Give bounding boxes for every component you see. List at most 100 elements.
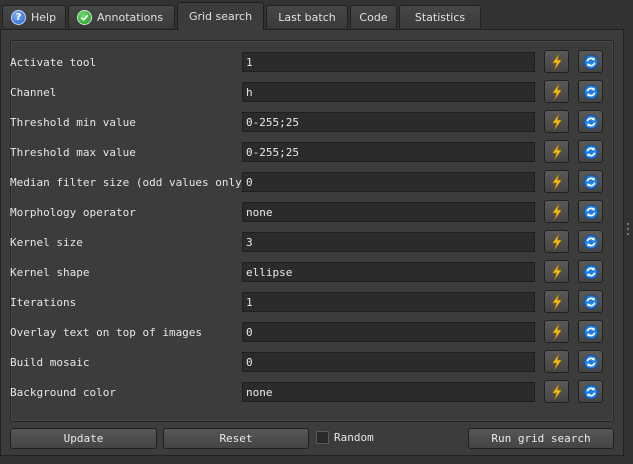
lightning-icon (551, 383, 563, 400)
help-icon: ? (11, 9, 26, 25)
parameter-label: Kernel shape (10, 266, 90, 279)
refresh-button[interactable] (578, 230, 603, 253)
tab-last-batch[interactable]: Last batch (266, 5, 348, 28)
parameter-value-field[interactable]: ellipse (242, 262, 535, 282)
random-label: Random (334, 431, 374, 444)
parameter-value-field[interactable]: 0 (242, 322, 535, 342)
tab-annotations[interactable]: Annotations (68, 5, 175, 28)
lightning-button[interactable] (544, 50, 569, 73)
tab-grid-search[interactable]: Grid search (177, 2, 264, 30)
parameter-label: Median filter size (odd values only) (10, 176, 249, 189)
refresh-button[interactable] (578, 170, 603, 193)
parameter-row: Median filter size (odd values only) 0 (10, 168, 603, 198)
grid-search-panel: Activate tool 1 Channel h Threshold min valu… (0, 29, 624, 456)
refresh-button[interactable] (578, 260, 603, 283)
lightning-button[interactable] (544, 380, 569, 403)
refresh-icon (583, 144, 599, 160)
refresh-icon (583, 174, 599, 190)
parameter-value-field[interactable]: none (242, 202, 535, 222)
refresh-button[interactable] (578, 140, 603, 163)
refresh-icon (583, 384, 599, 400)
parameter-label: Threshold max value (10, 146, 136, 159)
lightning-button[interactable] (544, 200, 569, 223)
splitter-grip[interactable] (626, 222, 630, 240)
refresh-icon (583, 54, 599, 70)
lightning-icon (551, 113, 563, 130)
lightning-button[interactable] (544, 230, 569, 253)
lightning-button[interactable] (544, 260, 569, 283)
lightning-icon (551, 53, 563, 70)
parameter-label: Channel (10, 86, 57, 99)
parameter-row: Morphology operator none (10, 198, 603, 228)
random-checkbox[interactable] (316, 431, 329, 444)
checkmark-icon (77, 9, 92, 25)
parameter-value-field[interactable]: 1 (242, 52, 535, 72)
refresh-icon (583, 324, 599, 340)
lightning-button[interactable] (544, 320, 569, 343)
parameter-value-field[interactable]: 1 (242, 292, 535, 312)
refresh-button[interactable] (578, 110, 603, 133)
lightning-icon (551, 263, 563, 280)
parameter-value-field[interactable]: 0 (242, 172, 535, 192)
run-grid-search-button[interactable]: Run grid search (468, 428, 614, 449)
parameter-value-field[interactable]: h (242, 82, 535, 102)
parameter-value-field[interactable]: 0-255;25 (242, 112, 535, 132)
lightning-button[interactable] (544, 80, 569, 103)
tab-label: Code (359, 10, 388, 24)
lightning-button[interactable] (544, 350, 569, 373)
lightning-button[interactable] (544, 140, 569, 163)
refresh-button[interactable] (578, 50, 603, 73)
refresh-icon (583, 294, 599, 310)
refresh-button[interactable] (578, 380, 603, 403)
refresh-icon (583, 84, 599, 100)
parameter-label: Activate tool (10, 56, 97, 69)
lightning-icon (551, 233, 563, 250)
parameter-value-field[interactable]: 0 (242, 352, 535, 372)
reset-button[interactable]: Reset (163, 428, 309, 449)
parameter-row: Threshold min value 0-255;25 (10, 108, 603, 138)
parameter-label: Background color (10, 386, 116, 399)
parameter-value-field[interactable]: 0-255;25 (242, 142, 535, 162)
refresh-icon (583, 114, 599, 130)
lightning-icon (551, 353, 563, 370)
parameter-label: Build mosaic (10, 356, 90, 369)
parameter-value-field[interactable]: none (242, 382, 535, 402)
parameter-label: Iterations (10, 296, 77, 309)
lightning-icon (551, 83, 563, 100)
tab-help[interactable]: ? Help (2, 5, 66, 28)
parameter-label: Overlay text on top of images (10, 326, 203, 339)
tab-bar: ? Help Annotations Grid search Last batc… (0, 0, 633, 30)
refresh-icon (583, 264, 599, 280)
lightning-button[interactable] (544, 110, 569, 133)
refresh-button[interactable] (578, 320, 603, 343)
parameter-label: Threshold min value (10, 116, 136, 129)
parameter-value-field[interactable]: 3 (242, 232, 535, 252)
refresh-button[interactable] (578, 80, 603, 103)
lightning-icon (551, 293, 563, 310)
refresh-icon (583, 354, 599, 370)
reset-button-label: Reset (219, 432, 253, 445)
parameter-row: Activate tool 1 (10, 48, 603, 78)
parameter-label: Morphology operator (10, 206, 136, 219)
refresh-button[interactable] (578, 350, 603, 373)
refresh-button[interactable] (578, 290, 603, 313)
tab-label: Last batch (278, 10, 336, 24)
parameter-row: Background color none (10, 378, 603, 408)
run-grid-search-label: Run grid search (491, 432, 591, 445)
tab-label: Grid search (188, 10, 253, 23)
lightning-button[interactable] (544, 170, 569, 193)
parameter-row: Overlay text on top of images 0 (10, 318, 603, 348)
parameter-label: Kernel size (10, 236, 83, 249)
lightning-icon (551, 143, 563, 160)
parameter-row: Channel h (10, 78, 603, 108)
tab-label: Statistics (414, 10, 466, 24)
update-button-label: Update (63, 432, 104, 445)
parameter-row: Build mosaic 0 (10, 348, 603, 378)
refresh-button[interactable] (578, 200, 603, 223)
lightning-button[interactable] (544, 290, 569, 313)
parameter-row: Iterations 1 (10, 288, 603, 318)
tab-code[interactable]: Code (350, 5, 397, 28)
tab-statistics[interactable]: Statistics (399, 5, 481, 28)
lightning-icon (551, 173, 563, 190)
update-button[interactable]: Update (10, 428, 157, 449)
